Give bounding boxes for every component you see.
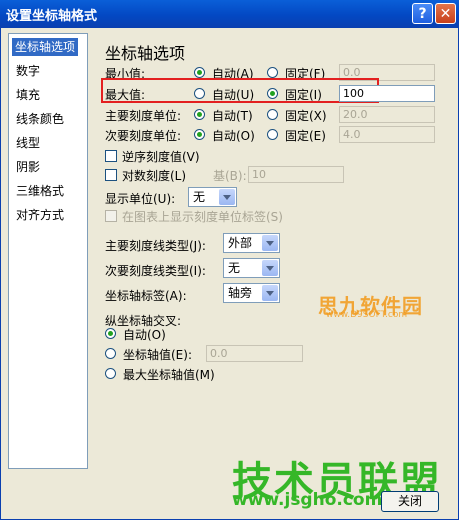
minor-fixed-label: 固定(E) bbox=[285, 129, 326, 143]
major-tick-type-label: 主要刻度线类型(J): bbox=[105, 239, 206, 253]
max-value-input[interactable]: 100 bbox=[339, 85, 435, 102]
axis-labels-value: 轴旁 bbox=[228, 286, 253, 300]
close-window-button[interactable]: ✕ bbox=[435, 3, 456, 24]
title-bar: 设置坐标轴格式 ? ✕ bbox=[0, 0, 459, 28]
sidebar-item-3d-format[interactable]: 三维格式 bbox=[13, 182, 67, 200]
major-unit-input[interactable]: 20.0 bbox=[339, 106, 435, 123]
log-scale-label: 对数刻度(L) bbox=[122, 169, 187, 183]
cross-axis-value-label: 坐标轴值(E): bbox=[123, 348, 192, 362]
minor-fixed-radio[interactable] bbox=[267, 129, 278, 140]
major-unit-label: 主要刻度单位: bbox=[105, 109, 182, 123]
axis-labels-label: 坐标轴标签(A): bbox=[105, 289, 187, 303]
sidebar-item-fill[interactable]: 填充 bbox=[13, 86, 43, 104]
cross-auto-label: 自动(O) bbox=[123, 328, 166, 342]
min-auto-radio[interactable] bbox=[194, 67, 205, 78]
axis-labels-select[interactable]: 轴旁 bbox=[223, 283, 280, 303]
sidebar-item-shadow[interactable]: 阴影 bbox=[13, 158, 43, 176]
max-fixed-label: 固定(I) bbox=[285, 88, 322, 102]
display-units-value: 无 bbox=[193, 190, 206, 204]
minor-auto-radio[interactable] bbox=[194, 129, 205, 140]
major-auto-label: 自动(T) bbox=[212, 109, 253, 123]
log-base-input[interactable]: 10 bbox=[248, 166, 344, 183]
minor-unit-label: 次要刻度单位: bbox=[105, 129, 182, 143]
major-tick-type-select[interactable]: 外部 bbox=[223, 233, 280, 253]
minor-tick-type-label: 次要刻度线类型(I): bbox=[105, 264, 206, 278]
sidebar-item-line-color[interactable]: 线条颜色 bbox=[13, 110, 67, 128]
cross-axis-value-radio[interactable] bbox=[105, 348, 116, 359]
cross-auto-radio[interactable] bbox=[105, 328, 116, 339]
show-units-label-text: 在图表上显示刻度单位标签(S) bbox=[122, 210, 283, 224]
cross-axis-value-input[interactable]: 0.0 bbox=[206, 345, 303, 362]
window-title: 设置坐标轴格式 bbox=[6, 9, 98, 24]
display-units-select[interactable]: 无 bbox=[188, 187, 237, 207]
minor-unit-input[interactable]: 4.0 bbox=[339, 126, 435, 143]
sidebar-item-line-style[interactable]: 线型 bbox=[13, 134, 43, 152]
log-base-label: 基(B): bbox=[213, 169, 247, 183]
max-fixed-radio[interactable] bbox=[267, 88, 278, 99]
reverse-checkbox[interactable] bbox=[105, 150, 117, 162]
watermark-top-url: www.D9SOFT.com bbox=[326, 310, 408, 320]
cross-max-label: 最大坐标轴值(M) bbox=[123, 368, 215, 382]
minor-tick-type-select[interactable]: 无 bbox=[223, 258, 280, 278]
min-fixed-radio[interactable] bbox=[267, 67, 278, 78]
major-fixed-radio[interactable] bbox=[267, 109, 278, 120]
section-header: 坐标轴选项 bbox=[105, 44, 186, 63]
chevron-down-icon bbox=[219, 189, 235, 205]
cross-max-radio[interactable] bbox=[105, 368, 116, 379]
close-button[interactable]: 关闭 bbox=[381, 491, 439, 512]
display-units-label: 显示单位(U): bbox=[105, 192, 176, 206]
minor-tick-type-value: 无 bbox=[228, 261, 241, 275]
sidebar-item-alignment[interactable]: 对齐方式 bbox=[13, 206, 67, 224]
category-list: 坐标轴选项 数字 填充 线条颜色 线型 阴影 三维格式 对齐方式 bbox=[8, 33, 88, 469]
minor-auto-label: 自动(O) bbox=[212, 129, 255, 143]
sidebar-item-number[interactable]: 数字 bbox=[13, 62, 43, 80]
major-auto-radio[interactable] bbox=[194, 109, 205, 120]
chevron-down-icon bbox=[262, 285, 278, 301]
major-tick-type-value: 外部 bbox=[228, 236, 253, 250]
help-button[interactable]: ? bbox=[412, 3, 433, 24]
reverse-label: 逆序刻度值(V) bbox=[122, 150, 200, 164]
major-fixed-label: 固定(X) bbox=[285, 109, 327, 123]
show-units-label-checkbox[interactable] bbox=[105, 210, 117, 222]
max-auto-radio[interactable] bbox=[194, 88, 205, 99]
max-auto-label: 自动(U) bbox=[212, 88, 255, 102]
sidebar-item-axis-options[interactable]: 坐标轴选项 bbox=[12, 38, 79, 56]
log-scale-checkbox[interactable] bbox=[105, 169, 117, 181]
chevron-down-icon bbox=[262, 260, 278, 276]
chevron-down-icon bbox=[262, 235, 278, 251]
max-label: 最大值: bbox=[105, 88, 146, 102]
watermark-bottom-url: www.jsgho.com bbox=[232, 490, 383, 510]
